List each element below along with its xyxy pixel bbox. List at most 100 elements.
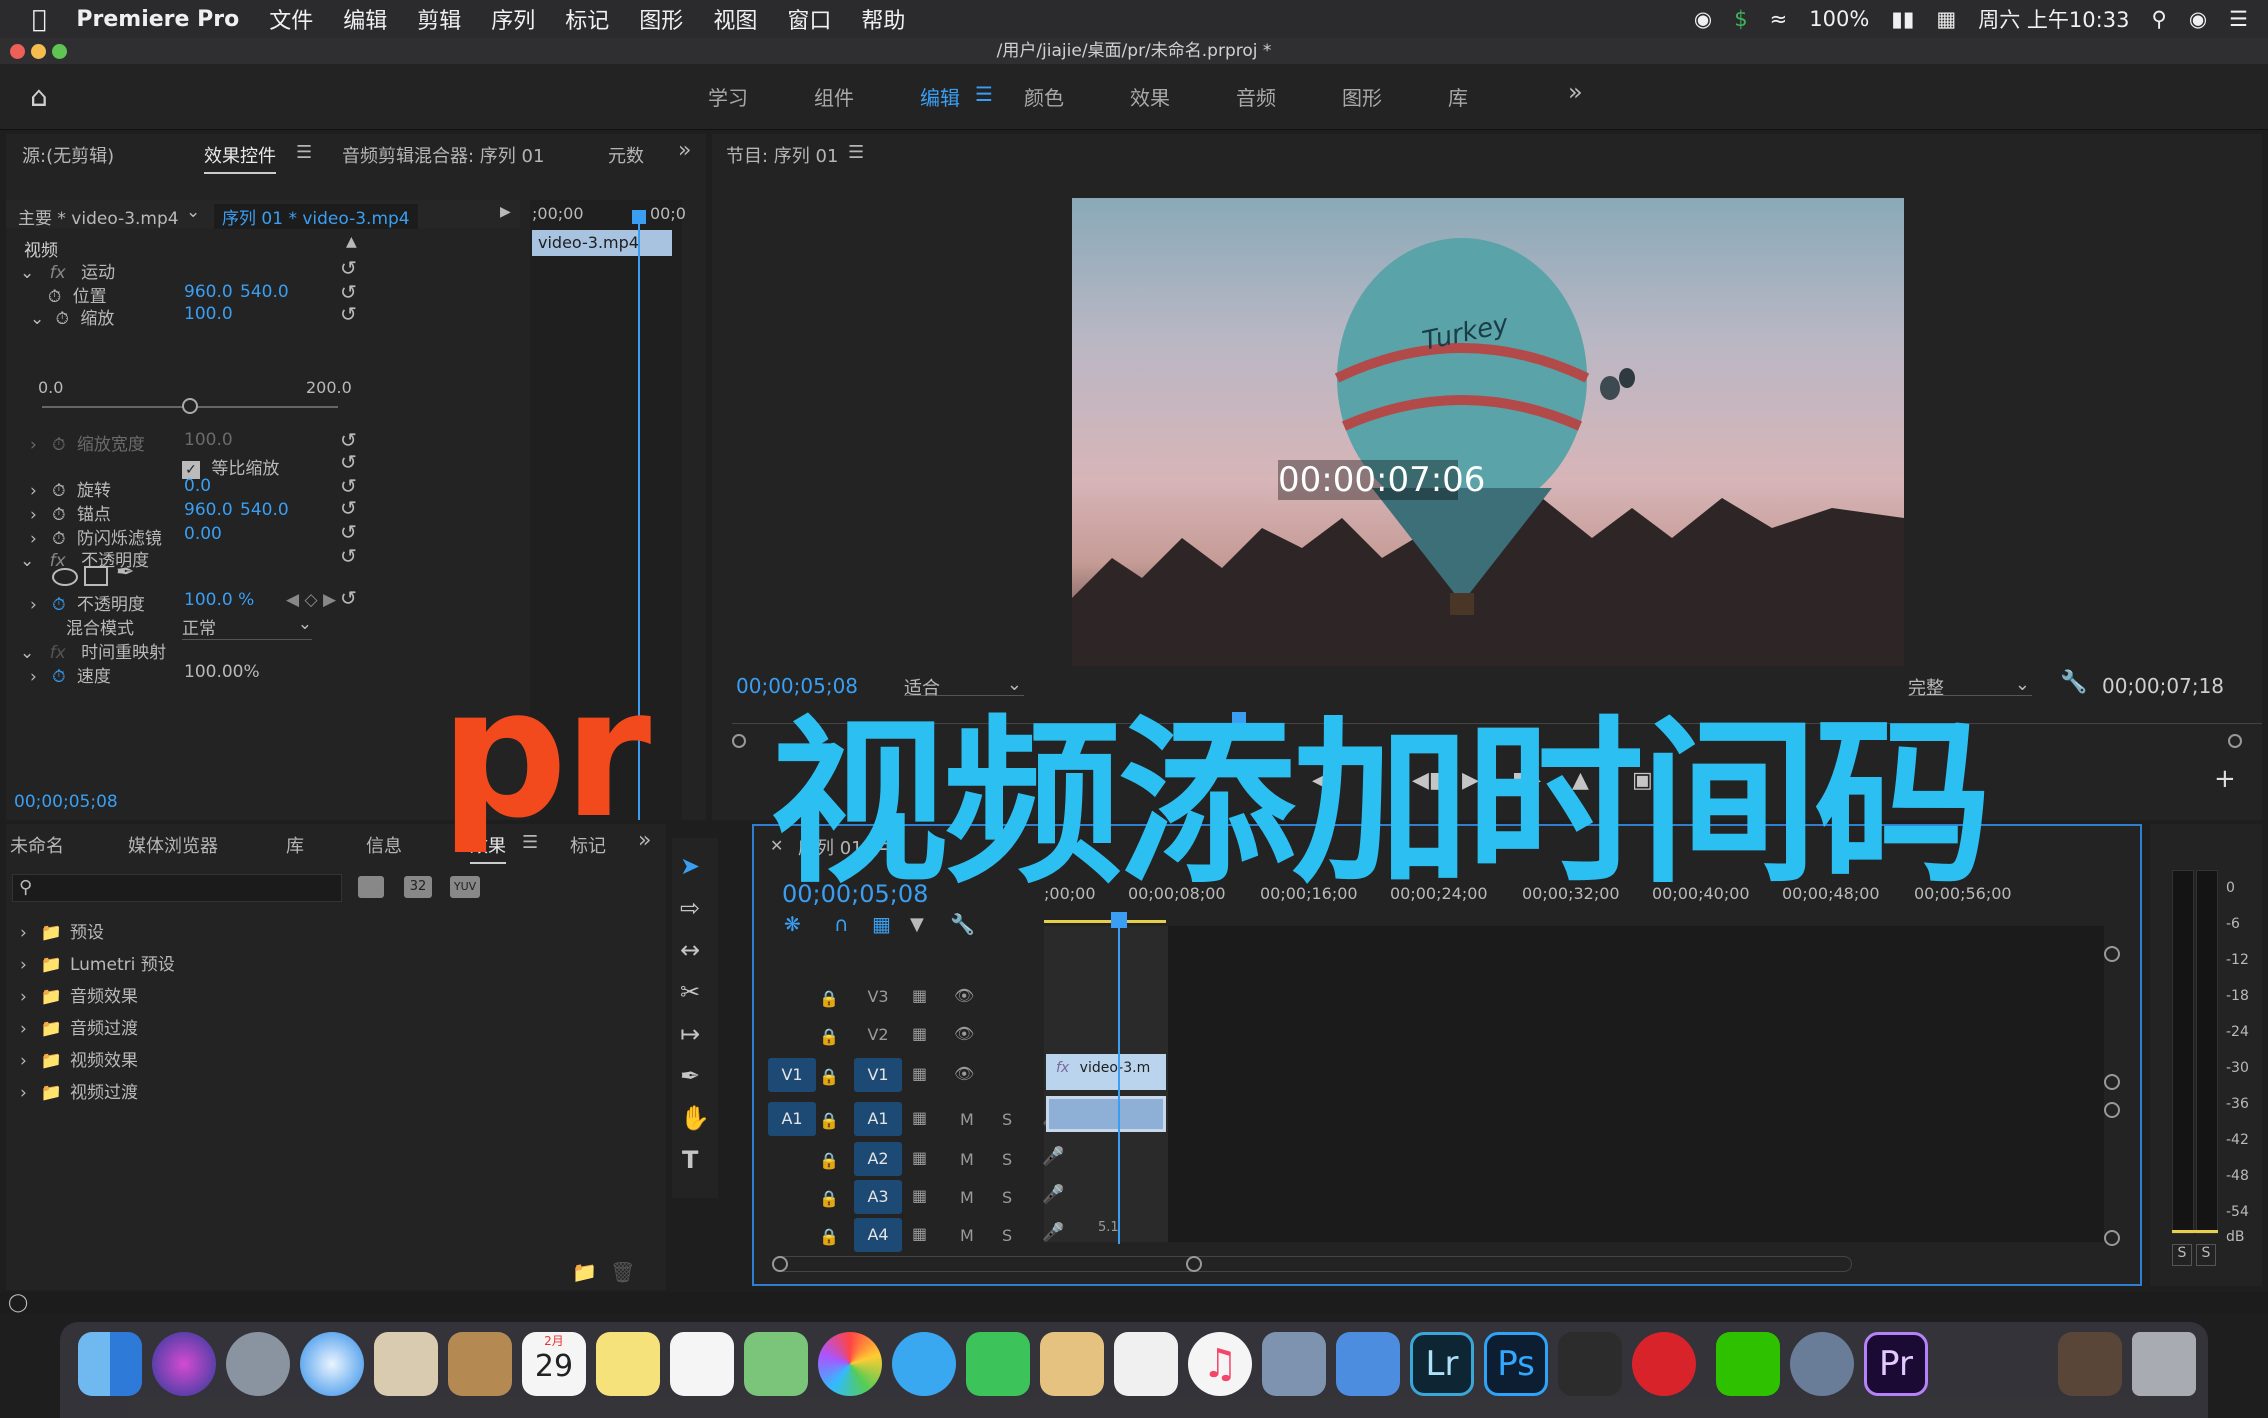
premiere-icon[interactable]: Pr [1864,1332,1928,1396]
workspace-overflow-button[interactable]: » [1568,78,1583,106]
play-only-triangle-icon[interactable]: ▶ [500,204,511,220]
accelerated-effects-icon[interactable] [358,876,384,898]
anti-flicker-value[interactable]: 0.00 [184,524,222,544]
track-target-a2[interactable]: A2 [854,1142,902,1176]
ellipse-mask-icon[interactable] [52,568,78,586]
source-patch-v1[interactable]: V1 [768,1058,816,1092]
reset-icon[interactable]: ↺ [340,450,357,474]
expand-chevron-icon[interactable]: › [30,435,37,455]
contacts-icon[interactable] [448,1332,512,1396]
wechat-icon[interactable] [1716,1332,1780,1396]
expand-chevron-icon[interactable]: › [20,1051,27,1071]
workspace-menu-icon[interactable]: ☰ [975,82,993,106]
folder-audio-effects[interactable]: › 📁 音频效果 [20,982,530,1012]
tab-audio-clip-mixer[interactable]: 音频剪辑混合器: 序列 01 [342,142,544,168]
lock-icon[interactable]: 🔒 [814,1182,844,1216]
reset-icon[interactable]: ↺ [340,280,357,304]
reset-icon[interactable]: ↺ [340,544,357,568]
fx-icon[interactable]: fx [50,263,66,283]
lock-icon[interactable]: 🔒 [814,1060,844,1094]
workspace-tab-effects[interactable]: 效果 [1130,82,1170,111]
video-clip[interactable]: fx video-3.m [1046,1054,1166,1090]
lock-icon[interactable]: 🔒 [814,1104,844,1138]
fx-icon[interactable]: fx [50,643,66,663]
work-area-bar[interactable] [1044,920,1166,923]
workspace-tab-assembly[interactable]: 组件 [814,82,854,111]
video-scroll-handle[interactable] [2104,1074,2120,1090]
zoom-handle-right[interactable] [2228,734,2242,748]
clock[interactable]: 周六 上午10:33 [1978,4,2129,34]
tab-project[interactable]: 未命名 [10,832,64,858]
facetime-icon[interactable] [966,1332,1030,1396]
stopwatch-icon[interactable]: ⏱ [52,505,65,525]
master-clip-label[interactable]: 主要 * video-3.mp4 [18,204,179,229]
trash-icon[interactable]: 🗑 [610,1260,635,1284]
quicktime-icon[interactable] [1790,1332,1854,1396]
siri-icon[interactable]: ◉ [2189,7,2207,31]
reset-icon[interactable]: ↺ [340,428,357,452]
lock-icon[interactable]: 🔒 [814,1220,844,1254]
mini-clip[interactable]: video-3.mp4 [532,230,672,256]
speed-value[interactable]: 100.00% [184,662,260,682]
workspace-tab-learn[interactable]: 学习 [708,82,748,111]
apple-icon[interactable]:  [32,5,46,33]
lock-icon[interactable]: 🔒 [814,1020,844,1054]
netease-music-icon[interactable] [1632,1332,1696,1396]
stopwatch-icon[interactable]: ⏱ [56,309,69,329]
dollar-icon[interactable]: $ [1734,7,1747,31]
eye-icon[interactable]: 👁 [954,1024,974,1043]
new-bin-icon[interactable]: 📁 [572,1260,597,1284]
source-patch-a1[interactable]: A1 [768,1102,816,1136]
audio-clip[interactable] [1046,1096,1166,1132]
workspace-tab-audio[interactable]: 音频 [1236,82,1276,111]
numbers-icon[interactable] [1114,1332,1178,1396]
menu-window[interactable]: 窗口 [787,3,831,35]
sequence-clip-label[interactable]: 序列 01 * video-3.mp4 [214,204,418,229]
microphone-icon[interactable]: 🎤 [1042,1184,1064,1205]
sync-lock-icon[interactable]: ▦ [912,1064,927,1083]
maps-icon[interactable] [744,1332,808,1396]
safari-icon[interactable] [300,1332,364,1396]
track-select-tool-icon[interactable]: ⇨ [680,894,700,922]
keynote-icon[interactable] [1336,1332,1400,1396]
menu-help[interactable]: 帮助 [861,3,905,35]
panel-menu-icon[interactable]: ☰ [296,142,312,163]
audio-scroll-handle[interactable] [2104,1102,2120,1118]
scale-slider-thumb[interactable] [182,398,198,414]
photoshop-icon[interactable]: Ps [1484,1332,1548,1396]
effects-search-input[interactable]: ⚲ [12,874,342,902]
stopwatch-icon[interactable]: ⏱ [52,595,65,615]
launchpad-icon[interactable] [226,1332,290,1396]
audio-scroll-handle[interactable] [2104,1230,2120,1246]
rotation-value[interactable]: 0.0 [184,476,211,496]
expand-chevron-icon[interactable]: › [30,505,37,525]
opacity-value[interactable]: 100.0 % [184,590,254,610]
zoom-window-button[interactable] [52,44,67,59]
chevron-down-icon[interactable]: ⌄ [298,614,312,634]
wifi-icon[interactable]: ≈ [1770,7,1788,31]
keyframe-nav-icon[interactable]: ◀ ◇ ▶ [286,590,336,610]
reminders-icon[interactable] [670,1332,734,1396]
mute-button[interactable]: M [960,1188,974,1207]
scroll-handle-left[interactable] [772,1256,788,1272]
solo-right-button[interactable]: S [2196,1244,2216,1266]
track-target-v2[interactable]: V2 [854,1018,902,1052]
record-icon[interactable]: ◉ [1694,7,1712,31]
add-button[interactable]: + [2214,764,2236,794]
workspace-tab-graphics[interactable]: 图形 [1342,82,1382,111]
solo-button[interactable]: S [1002,1110,1012,1129]
trash-icon[interactable] [2132,1332,2196,1396]
folder-audio-transitions[interactable]: › 📁 音频过渡 [20,1014,530,1044]
track-target-a1[interactable]: A1 [854,1102,902,1136]
position-y-value[interactable]: 540.0 [240,282,289,302]
lock-icon[interactable]: 🔒 [814,982,844,1016]
tab-media-browser[interactable]: 媒体浏览器 [128,832,218,858]
expand-chevron-icon[interactable]: › [30,481,37,501]
folder-lumetri-presets[interactable]: › 📁 Lumetri 预设 [20,950,530,980]
workspace-tab-color[interactable]: 颜色 [1024,82,1064,111]
tab-info[interactable]: 信息 [366,832,402,858]
home-icon[interactable]: ⌂ [30,80,48,113]
microphone-icon[interactable]: 🎤 [1042,1146,1064,1167]
hand-tool-icon[interactable]: ✋ [680,1104,710,1132]
scroll-handle-right[interactable] [1186,1256,1202,1272]
